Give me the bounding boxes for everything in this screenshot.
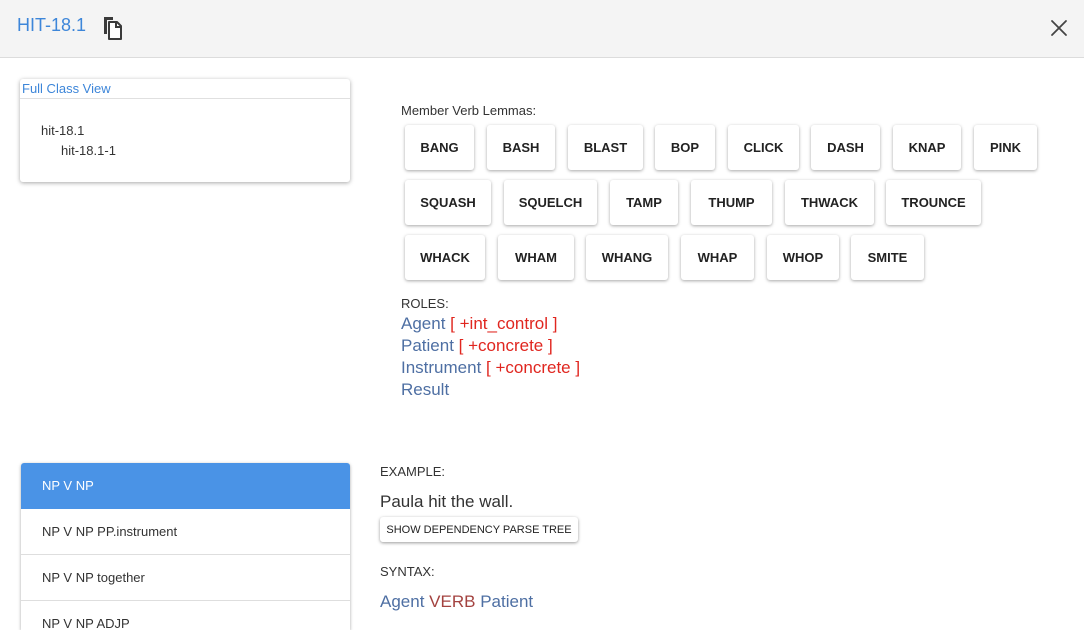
lemma-chip[interactable]: BASH	[487, 125, 555, 170]
class-tree-root[interactable]: hit-18.1	[41, 123, 84, 138]
role-name: Patient	[401, 336, 454, 355]
roles-label: ROLES:	[401, 296, 449, 311]
header: HIT-18.1	[0, 0, 1084, 58]
member-lemmas-label: Member Verb Lemmas:	[401, 103, 537, 118]
example-label: EXAMPLE:	[380, 464, 446, 479]
syntax-line: Agent VERB Patient	[380, 592, 533, 612]
lemma-chip[interactable]: CLICK	[728, 125, 799, 170]
syntax-token: VERB	[429, 592, 476, 611]
role-restriction: [ +int_control ]	[450, 314, 558, 333]
role-restriction: [ +concrete ]	[486, 358, 581, 377]
syntax-label: SYNTAX:	[380, 564, 435, 579]
lemma-chip[interactable]: KNAP	[893, 125, 961, 170]
role-restriction: [ +concrete ]	[458, 336, 553, 355]
full-class-view-link[interactable]: Full Class View	[20, 79, 350, 99]
example-sentence: Paula hit the wall.	[380, 492, 514, 511]
frame-list: NP V NP NP V NP PP.instrument NP V NP to…	[21, 463, 350, 630]
lemma-chip[interactable]: SQUASH	[405, 180, 491, 225]
lemma-chip[interactable]: WHANG	[586, 235, 668, 280]
lemma-chip[interactable]: PINK	[974, 125, 1037, 170]
lemma-chip[interactable]: THUMP	[691, 180, 772, 225]
syntax-token: Agent	[380, 592, 425, 611]
lemma-chip[interactable]: TAMP	[610, 180, 678, 225]
lemma-chip[interactable]: SQUELCH	[504, 180, 597, 225]
role-name: Agent	[401, 314, 446, 333]
role-result: Result	[401, 380, 449, 400]
frame-item-np-v-np-adjp[interactable]: NP V NP ADJP	[21, 601, 350, 630]
lemma-chip[interactable]: BOP	[655, 125, 715, 170]
lemma-chip[interactable]: BLAST	[568, 125, 643, 170]
lemma-chip[interactable]: SMITE	[851, 235, 924, 280]
lemma-chip[interactable]: BANG	[405, 125, 474, 170]
lemma-chip[interactable]: WHACK	[405, 235, 485, 280]
lemma-chip[interactable]: DASH	[811, 125, 880, 170]
frame-item-np-v-np-pp-instrument[interactable]: NP V NP PP.instrument	[21, 509, 350, 555]
lemma-chip[interactable]: WHAM	[498, 235, 574, 280]
lemma-chip[interactable]: WHAP	[681, 235, 754, 280]
frame-item-np-v-np[interactable]: NP V NP	[21, 463, 350, 509]
lemma-chip[interactable]: TROUNCE	[886, 180, 981, 225]
syntax-token: Patient	[480, 592, 534, 611]
lemma-chip[interactable]: WHOP	[767, 235, 839, 280]
full-class-view-panel: Full Class View hit-18.1 hit-18.1-1	[20, 79, 350, 182]
class-tree-child[interactable]: hit-18.1-1	[61, 143, 116, 158]
show-dependency-parse-tree-button[interactable]: SHOW DEPENDENCY PARSE TREE	[380, 517, 578, 542]
role-instrument: Instrument [ +concrete ]	[401, 358, 580, 378]
role-name: Result	[401, 380, 450, 399]
role-agent: Agent [ +int_control ]	[401, 314, 557, 334]
copy-icon[interactable]	[100, 15, 124, 41]
lemma-chip[interactable]: THWACK	[785, 180, 874, 225]
frame-item-np-v-np-together[interactable]: NP V NP together	[21, 555, 350, 601]
class-title: HIT-18.1	[17, 15, 87, 35]
role-name: Instrument	[401, 358, 482, 377]
role-patient: Patient [ +concrete ]	[401, 336, 553, 356]
close-icon[interactable]	[1046, 15, 1072, 41]
